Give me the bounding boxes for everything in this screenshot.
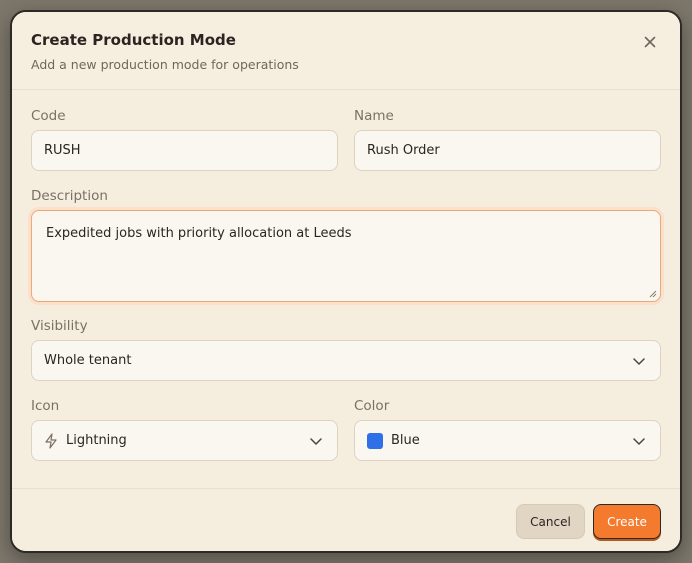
color-label: Color: [354, 398, 390, 414]
dialog-subtitle: Add a new production mode for operations: [31, 57, 299, 72]
lightning-icon: [45, 432, 57, 449]
chevron-down-icon: [633, 357, 645, 365]
name-input[interactable]: Rush Order: [354, 130, 661, 171]
dialog-footer: Cancel Create: [12, 488, 680, 551]
chevron-down-icon: [633, 437, 645, 445]
color-select[interactable]: Blue: [354, 420, 661, 461]
color-value: Blue: [391, 433, 420, 448]
create-production-mode-dialog: Create Production Mode Add a new product…: [10, 10, 682, 553]
name-label: Name: [354, 108, 394, 124]
icon-label: Icon: [31, 398, 60, 414]
code-input[interactable]: RUSH: [31, 130, 338, 171]
code-value: RUSH: [44, 143, 81, 158]
dialog-title: Create Production Mode: [31, 31, 236, 49]
visibility-select[interactable]: Whole tenant: [31, 340, 661, 381]
color-swatch: [367, 432, 383, 449]
dialog-header: Create Production Mode Add a new product…: [12, 12, 680, 90]
resize-handle-icon[interactable]: [649, 290, 657, 298]
description-value: Expedited jobs with priority allocation …: [46, 226, 352, 241]
code-label: Code: [31, 108, 66, 124]
icon-select[interactable]: Lightning: [31, 420, 338, 461]
chevron-down-icon: [310, 437, 322, 445]
create-button[interactable]: Create: [593, 504, 661, 539]
visibility-label: Visibility: [31, 318, 88, 334]
close-icon[interactable]: [642, 34, 658, 50]
name-value: Rush Order: [367, 143, 440, 158]
description-label: Description: [31, 188, 108, 204]
visibility-value: Whole tenant: [44, 353, 132, 368]
description-textarea[interactable]: Expedited jobs with priority allocation …: [31, 210, 661, 302]
icon-value: Lightning: [66, 433, 127, 448]
cancel-button[interactable]: Cancel: [516, 504, 585, 539]
